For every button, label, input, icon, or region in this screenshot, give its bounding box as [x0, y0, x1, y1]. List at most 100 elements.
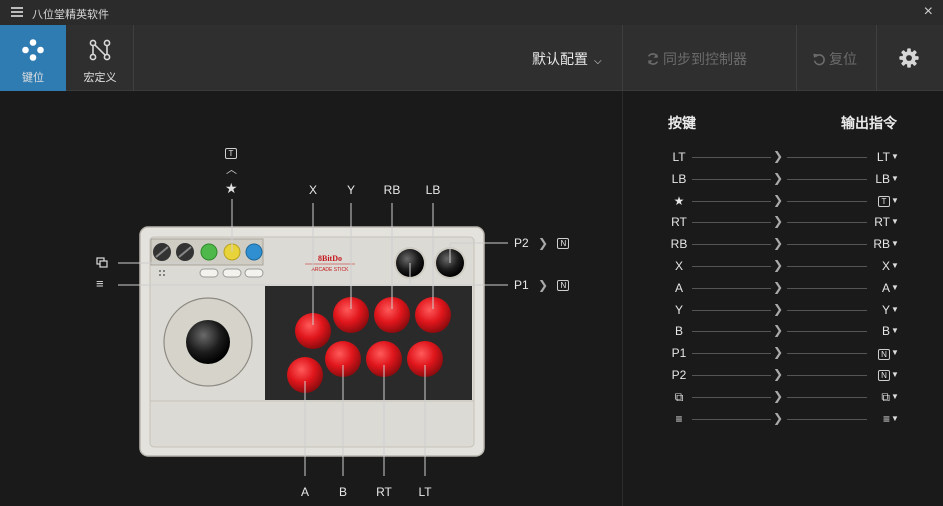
chevron-right-icon: ❯ — [773, 170, 784, 185]
mapping-source: A — [674, 280, 683, 295]
mapping-output-select[interactable]: T — [870, 194, 890, 208]
mapping-source: Y — [674, 302, 683, 317]
caret-down-icon[interactable]: ▼ — [891, 326, 899, 335]
mapping-row: RT ❯ RT ▼ — [622, 213, 943, 231]
mapping-source: LT — [672, 150, 686, 164]
caret-down-icon[interactable]: ▼ — [891, 239, 899, 248]
brand-model: ARCADE STICK — [312, 267, 350, 273]
sync-button[interactable]: 同步到控制器 — [646, 49, 747, 69]
mapping-connector — [692, 309, 771, 311]
mapping-panel: 按键 输出指令 LT ❯ LT ▼ LB ❯ LB ▼ ★ ❯ T ▼ RT ❯ RT ▼ RB ❯ RB ▼ X ❯ X ▼… — [622, 91, 943, 506]
blue-button — [245, 243, 263, 261]
column-header-source: 按键 — [668, 115, 696, 131]
mapping-output-select[interactable]: Y — [870, 303, 890, 317]
screenshot-icon — [96, 257, 108, 268]
mapping-row: ★ ❯ T ▼ — [622, 192, 943, 210]
column-header-output: 输出指令 — [841, 115, 897, 131]
chevron-right-icon: ❯ — [773, 214, 784, 229]
chevron-right-icon: ❯ — [773, 258, 784, 272]
close-icon[interactable]: × — [924, 3, 933, 21]
mapping-connector — [692, 178, 771, 180]
chevron-right-icon: ❯ — [773, 367, 784, 381]
hamburger-menu-icon[interactable] — [9, 5, 25, 19]
caret-down-icon[interactable]: ▼ — [891, 196, 899, 205]
caret-down-icon[interactable]: ▼ — [891, 348, 899, 357]
mapping-output-select[interactable]: RT — [870, 215, 890, 229]
toolbar-divider — [876, 25, 877, 91]
tab-keymap-label: 键位 — [22, 72, 44, 84]
chevron-right-icon: ❯ — [773, 236, 784, 251]
toolbar-divider — [133, 25, 134, 91]
mapping-connector — [692, 396, 771, 398]
toolbar-divider — [622, 25, 623, 91]
arcade-stick-diagram: 8BitDo ARCADE STICK T ︿ ★ X Y RB LB A B … — [0, 91, 622, 506]
mapping-output-select[interactable]: LB — [870, 172, 890, 186]
caret-down-icon[interactable]: ▼ — [891, 152, 899, 161]
tab-keymap[interactable]: 键位 — [0, 25, 66, 91]
menu-icon: ≡ — [96, 276, 104, 291]
mapping-output-select[interactable]: LT — [870, 150, 890, 164]
p1-key-badge: N — [557, 280, 570, 292]
chevron-right-icon: ❯ — [773, 279, 784, 294]
mapping-connector — [787, 418, 867, 420]
caret-down-icon[interactable]: ▼ — [891, 392, 899, 401]
mapping-row: A ❯ A ▼ — [622, 279, 943, 297]
mapping-source: ≡ — [675, 411, 683, 426]
caret-down-icon[interactable]: ▼ — [891, 261, 899, 270]
mapping-row: X ❯ X ▼ — [622, 257, 943, 275]
mapping-connector — [692, 157, 771, 158]
mapping-output-select[interactable]: B — [870, 324, 890, 338]
caret-down-icon[interactable]: ▼ — [891, 305, 899, 314]
green-button — [200, 243, 218, 261]
caret-down-icon[interactable]: ▼ — [891, 283, 899, 292]
toolbar: 键位 宏定义 默认配置 ⌵ 同步到控制器 复位 — [0, 25, 943, 91]
caret-down-icon[interactable]: ▼ — [891, 414, 899, 423]
mapping-source: RT — [671, 215, 687, 230]
mapping-connector — [787, 200, 867, 202]
tab-macro-label: 宏定义 — [83, 72, 117, 84]
mapping-row: LB ❯ LB ▼ — [622, 170, 943, 188]
mapping-source: B — [674, 324, 683, 339]
caret-down-icon[interactable]: ▼ — [891, 217, 899, 226]
mapping-connector — [787, 157, 867, 158]
mapping-row: P2 ❯ N ▼ — [622, 366, 943, 384]
profile-dropdown[interactable]: 默认配置 ⌵ — [532, 49, 602, 69]
mapping-row: Y ❯ Y ▼ — [622, 301, 943, 319]
label-rt: RT — [376, 485, 392, 499]
p2-key-badge: N — [557, 238, 570, 250]
label-rb: RB — [383, 183, 401, 197]
chevron-up-icon: ︿ — [226, 164, 237, 176]
joystick-ball — [186, 320, 230, 364]
tab-macro[interactable]: 宏定义 — [67, 25, 133, 91]
mapping-source: X — [674, 259, 683, 273]
label-x: X — [308, 183, 318, 197]
mapping-source: P2 — [671, 368, 687, 382]
chevron-right-icon: ❯ — [773, 323, 784, 338]
gear-icon[interactable] — [898, 47, 920, 69]
mapping-output-select[interactable]: ≡ — [870, 412, 890, 426]
mapping-row: ≡ ❯ ≡ ▼ — [622, 410, 943, 428]
label-b: B — [338, 485, 348, 499]
mapping-output-select[interactable]: RB — [870, 237, 890, 251]
mapping-output-select[interactable]: N — [870, 368, 890, 382]
undo-icon — [813, 53, 825, 66]
brand-logo: 8BitDo — [318, 254, 342, 263]
mapping-output-select[interactable]: ⧉ — [870, 390, 890, 405]
mapping-connector — [692, 266, 771, 267]
reset-button[interactable]: 复位 — [812, 49, 857, 69]
caret-down-icon[interactable]: ▼ — [891, 174, 899, 183]
label-p2: P2 ❯ N — [514, 236, 570, 250]
mapping-connector — [787, 222, 867, 224]
mapping-source: LB — [671, 171, 687, 186]
mapping-connector — [787, 287, 867, 289]
stick-illustration: 8BitDo ARCADE STICK — [118, 199, 508, 476]
mapping-output-select[interactable]: N — [870, 346, 890, 360]
mapping-output-select[interactable]: A — [870, 281, 890, 295]
mapping-connector — [787, 396, 867, 398]
label-y: Y — [346, 183, 356, 197]
star-icon: ★ — [225, 180, 238, 196]
chevron-right-icon: ❯ — [773, 301, 784, 316]
caret-down-icon[interactable]: ▼ — [891, 370, 899, 379]
mapping-output-select[interactable]: X — [870, 259, 890, 273]
title-bar: 八位堂精英软件 × — [0, 0, 943, 25]
